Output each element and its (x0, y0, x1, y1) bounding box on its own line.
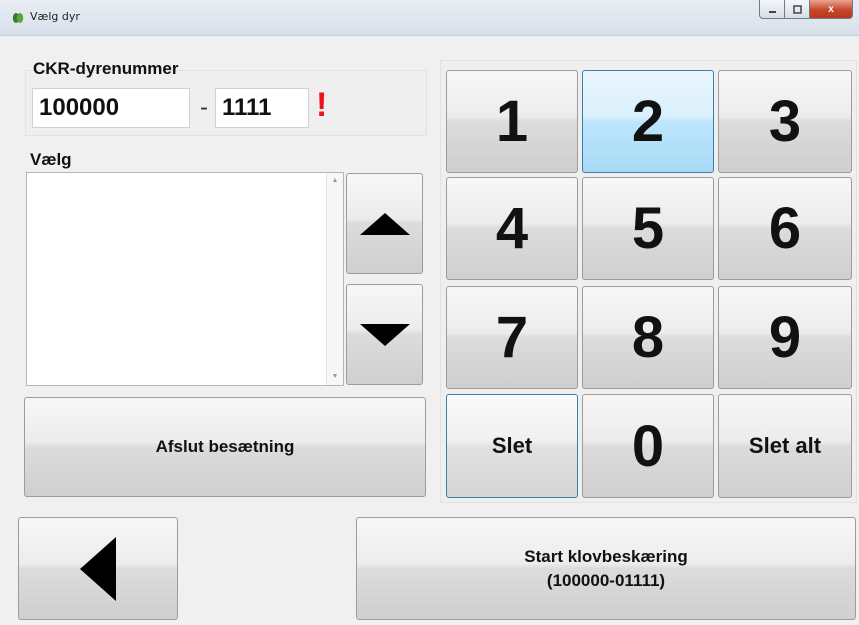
choose-animal-window: Vælg dyr x CKR-dyrenummer 100000 - 1111 … (0, 0, 859, 625)
move-down-button[interactable] (346, 284, 423, 385)
key-9[interactable]: 9 (718, 286, 852, 389)
key-6[interactable]: 6 (718, 177, 852, 280)
back-button[interactable] (18, 517, 178, 620)
select-label: Vælg (30, 150, 72, 169)
finish-herd-button[interactable]: Afslut besætning (24, 397, 426, 497)
maximize-button[interactable] (785, 0, 810, 19)
key-7[interactable]: 7 (446, 286, 578, 389)
key-0[interactable]: 0 (582, 394, 714, 498)
close-button[interactable]: x (810, 0, 853, 19)
ckr-label: CKR-dyrenummer (33, 59, 179, 78)
key-5[interactable]: 5 (582, 177, 714, 280)
window-controls: x (759, 0, 853, 20)
list-scrollbar[interactable]: ▲ ▼ (326, 173, 343, 385)
scroll-down-arrow-icon[interactable]: ▼ (327, 371, 343, 383)
minimize-icon (768, 10, 776, 13)
key-3[interactable]: 3 (718, 70, 852, 173)
herd-number-field[interactable]: 100000 (32, 88, 190, 128)
ckr-separator: - (200, 94, 208, 121)
delete-all-button[interactable]: Slet alt (718, 394, 852, 498)
leaf-icon (12, 13, 24, 23)
maximize-icon (792, 4, 802, 14)
animal-list[interactable]: ▲ ▼ (26, 172, 344, 386)
key-4[interactable]: 4 (446, 177, 578, 280)
triangle-up-icon (359, 212, 410, 235)
delete-button[interactable]: Slet (446, 394, 578, 498)
warning-icon: ! (316, 86, 328, 124)
start-hoof-trimming-button[interactable]: Start klovbeskæring (100000-01111) (356, 517, 856, 620)
scroll-up-arrow-icon[interactable]: ▲ (327, 175, 343, 187)
move-up-button[interactable] (346, 173, 423, 274)
triangle-down-icon (359, 323, 410, 346)
key-2[interactable]: 2 (582, 70, 714, 173)
start-button-animal-id: (100000-01111) (546, 570, 666, 590)
title-bar: Vælg dyr x (0, 0, 859, 36)
minimize-button[interactable] (759, 0, 785, 19)
close-icon: x (828, 3, 834, 15)
key-8[interactable]: 8 (582, 286, 714, 389)
animal-number-field[interactable]: 1111 (215, 88, 309, 128)
window-title: Vælg dyr (30, 10, 80, 23)
key-1[interactable]: 1 (446, 70, 578, 173)
start-button-label: Start klovbeskæring (524, 546, 688, 566)
triangle-left-icon (80, 536, 116, 601)
